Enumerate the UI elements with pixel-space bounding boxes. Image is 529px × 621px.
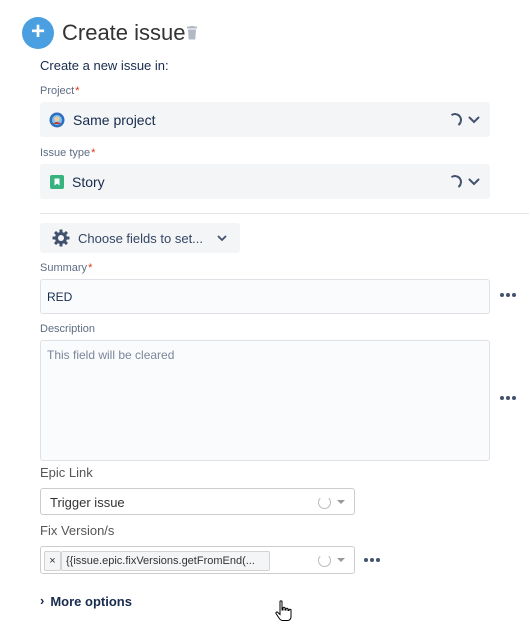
description-more-icon[interactable] — [500, 396, 516, 400]
epic-link-select[interactable]: Trigger issue — [40, 488, 355, 515]
caret-down-icon[interactable] — [337, 558, 345, 562]
description-label: Description — [40, 323, 96, 335]
add-icon: + — [22, 17, 54, 49]
fix-version-tag-text: {{issue.epic.fixVersions.getFromEnd(... — [66, 555, 255, 567]
summary-label: Summary* — [40, 262, 92, 274]
summary-label-text: Summary — [40, 262, 88, 274]
fix-versions-select[interactable]: × {{issue.epic.fixVersions.getFromEnd(..… — [40, 546, 355, 574]
caret-down-icon[interactable] — [337, 500, 345, 504]
epic-link-label: Epic Link — [40, 465, 93, 480]
trash-icon[interactable] — [186, 26, 198, 40]
loading-spinner-icon — [446, 111, 464, 128]
fix-versions-label: Fix Version/s — [40, 523, 115, 538]
gear-icon — [52, 229, 70, 247]
fix-version-tag: {{issue.epic.fixVersions.getFromEnd(... — [61, 551, 270, 571]
required-mark: * — [88, 262, 93, 274]
issue-type-label: Issue type* — [40, 147, 95, 159]
chevron-down-icon[interactable] — [468, 178, 480, 186]
loading-spinner-icon — [318, 496, 331, 509]
description-placeholder: This field will be cleared — [47, 348, 175, 362]
summary-more-icon[interactable] — [500, 293, 516, 297]
project-select-value: Same project — [73, 111, 156, 128]
project-select[interactable]: Same project — [40, 102, 490, 137]
more-options-label: More options — [50, 594, 132, 609]
description-textarea[interactable]: This field will be cleared — [40, 340, 490, 461]
issue-type-select-value: Story — [72, 173, 105, 190]
summary-input[interactable]: RED — [40, 279, 490, 314]
create-in-label: Create a new issue in: — [40, 58, 169, 73]
summary-input-value: RED — [47, 290, 73, 304]
issue-type-select[interactable]: Story — [40, 164, 490, 199]
project-avatar-icon — [49, 112, 65, 127]
chevron-down-icon[interactable] — [468, 116, 480, 124]
epic-link-value: Trigger issue — [50, 495, 125, 510]
choose-fields-label: Choose fields to set... — [78, 230, 204, 246]
project-label: Project* — [40, 85, 80, 97]
tag-remove-icon: × — [49, 555, 56, 567]
loading-spinner-icon — [446, 173, 464, 190]
more-options-toggle[interactable]: › More options — [40, 593, 132, 609]
story-icon — [50, 174, 64, 189]
hand-cursor-icon — [275, 600, 292, 621]
chevron-right-icon: › — [40, 593, 45, 608]
page-title: Create issue — [62, 20, 186, 45]
tag-remove-button[interactable]: × — [44, 551, 61, 571]
fix-versions-more-icon[interactable] — [364, 558, 380, 562]
issue-type-label-text: Issue type — [40, 147, 91, 159]
project-label-text: Project — [40, 85, 75, 97]
required-mark: * — [75, 85, 80, 97]
choose-fields-button[interactable]: Choose fields to set... — [40, 223, 240, 253]
loading-spinner-icon — [318, 554, 331, 567]
chevron-down-icon — [217, 235, 227, 241]
required-mark: * — [91, 147, 96, 159]
section-divider — [40, 213, 529, 214]
